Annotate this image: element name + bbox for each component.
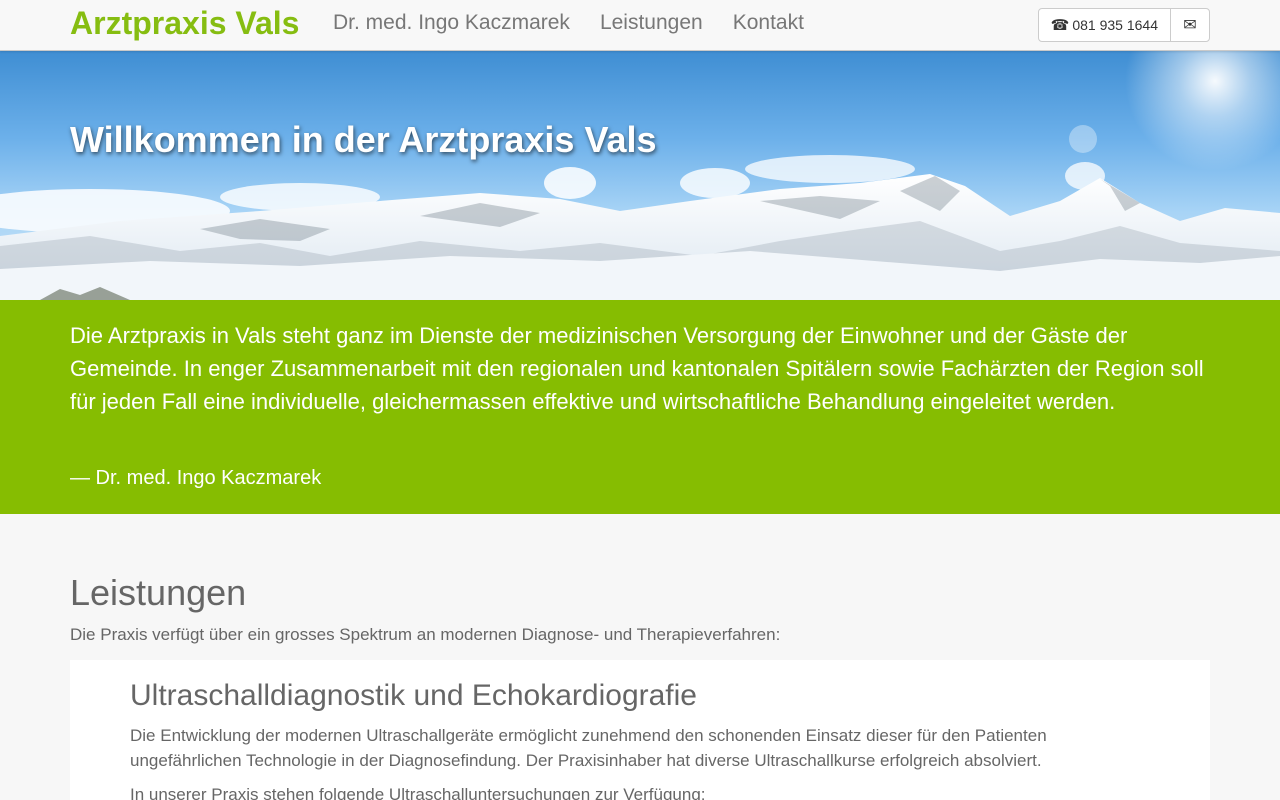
mail-button[interactable]: ✉ (1171, 9, 1209, 41)
nav-link-leistungen[interactable]: Leistungen (585, 11, 718, 35)
quote-section: Die Arztpraxis in Vals steht ganz im Die… (0, 300, 1280, 514)
service-description: Die Entwicklung der modernen Ultraschall… (130, 726, 1047, 770)
service-subtext: In unserer Praxis stehen folgende Ultras… (130, 785, 706, 800)
phone-button[interactable]: ☎ 081 935 1644 (1039, 9, 1171, 41)
phone-number: 081 935 1644 (1072, 17, 1158, 33)
quote-author: — Dr. med. Ingo Kaczmarek (70, 467, 322, 489)
quote-text: Die Arztpraxis in Vals steht ganz im Die… (70, 323, 1204, 414)
envelope-icon: ✉ (1183, 17, 1197, 34)
hero-title: Willkommen in der Arztpraxis Vals (70, 119, 657, 160)
contact-button-group: ☎ 081 935 1644 ✉ (1037, 8, 1210, 42)
hero-banner: Willkommen in der Arztpraxis Vals (0, 51, 1280, 300)
navbar: Arztpraxis Vals Dr. med. Ingo Kaczmarek … (0, 0, 1280, 51)
phone-icon: ☎ (1050, 17, 1070, 34)
nav-links: Dr. med. Ingo Kaczmarek Leistungen Konta… (318, 11, 819, 35)
service-title: Ultraschalldiagnostik und Echokardiograf… (130, 679, 697, 712)
services-heading: Leistungen (70, 572, 247, 613)
brand-logo[interactable]: Arztpraxis Vals (70, 5, 299, 42)
service-card: Ultraschalldiagnostik und Echokardiograf… (70, 660, 1210, 800)
nav-link-kontakt[interactable]: Kontakt (718, 11, 819, 35)
nav-link-doctor[interactable]: Dr. med. Ingo Kaczmarek (318, 11, 585, 35)
services-intro: Die Praxis verfügt über ein grosses Spek… (70, 625, 781, 644)
mountain-landscape-image (0, 51, 1280, 300)
